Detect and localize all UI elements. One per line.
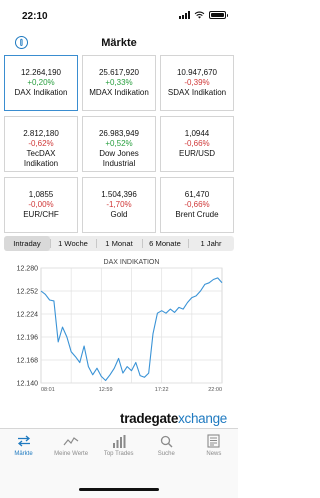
search-icon bbox=[143, 433, 190, 449]
wifi-icon bbox=[194, 11, 205, 19]
tile-value: 1,0944 bbox=[184, 129, 210, 138]
tab-news[interactable]: News bbox=[190, 433, 237, 457]
tile-change: -1,70% bbox=[106, 200, 132, 209]
market-tile[interactable]: 1.504,396 -1,70% Gold bbox=[82, 177, 156, 233]
battery-icon bbox=[209, 11, 228, 19]
brand-part1: tradegate bbox=[120, 411, 179, 426]
signal-icon bbox=[179, 11, 190, 19]
tab-märkte[interactable]: Märkte bbox=[0, 433, 47, 457]
market-grid: 12.264,190 +0,20% DAX Indikation 25.617,920… bbox=[4, 55, 234, 233]
tab-suche[interactable]: Suche bbox=[143, 433, 190, 457]
tile-change: +0,33% bbox=[105, 78, 133, 87]
tile-change: -0,62% bbox=[28, 139, 54, 148]
range-option[interactable]: 1 Monat bbox=[96, 236, 142, 251]
market-tile[interactable]: 1,0944 -0,66% EUR/USD bbox=[160, 116, 234, 172]
tile-change: +0,52% bbox=[105, 139, 133, 148]
range-option[interactable]: Intraday bbox=[4, 236, 50, 251]
tile-change: -0,00% bbox=[28, 200, 54, 209]
newspaper-icon bbox=[190, 433, 237, 449]
x-tick-label: 08:01 bbox=[41, 387, 55, 393]
tile-value: 26.983,949 bbox=[98, 129, 140, 138]
y-tick-label: 12.252 bbox=[17, 289, 39, 296]
line-chart-icon bbox=[48, 433, 95, 449]
status-time: 22:10 bbox=[22, 11, 48, 22]
tile-name: TecDAX bbox=[26, 149, 56, 158]
tile-name-line2: Industrial bbox=[102, 159, 136, 168]
tab-label: Märkte bbox=[14, 451, 33, 457]
tile-name: DAX Indikation bbox=[14, 88, 68, 97]
market-tile[interactable]: 10.947,670 -0,39% SDAX Indikation bbox=[160, 55, 234, 111]
tile-value: 25.617,920 bbox=[98, 68, 140, 77]
tab-label: Meine Werte bbox=[54, 451, 89, 457]
home-indicator bbox=[79, 488, 159, 491]
range-option[interactable]: 1 Woche bbox=[50, 236, 96, 251]
y-tick-label: 12.224 bbox=[17, 312, 39, 319]
x-tick-label: 12:59 bbox=[99, 387, 113, 393]
market-tile[interactable]: 1,0855 -0,00% EUR/CHF bbox=[4, 177, 78, 233]
tab-meine-werte[interactable]: Meine Werte bbox=[48, 433, 95, 457]
tile-change: +0,20% bbox=[27, 78, 55, 87]
chart-svg: 12.280 12.252 12.224 12.196 12.168 12.14008:0… bbox=[17, 259, 223, 393]
market-tile[interactable]: 2.812,180 -0,62% TecDAX Indikation bbox=[4, 116, 78, 172]
tile-change: -0,66% bbox=[184, 139, 210, 148]
tile-value: 2.812,180 bbox=[23, 129, 59, 138]
nav-bar: Märkte bbox=[0, 32, 238, 54]
arrows-swap-icon bbox=[0, 433, 47, 449]
dax-chart: 12.280 12.252 12.224 12.196 12.168 12.140 08:0… bbox=[0, 252, 238, 400]
range-option[interactable]: 1 Jahr bbox=[188, 236, 234, 251]
tile-name: Gold bbox=[110, 210, 128, 219]
tile-name: Dow Jones bbox=[99, 149, 139, 158]
tile-name: MDAX Indikation bbox=[89, 88, 149, 97]
tab-label: News bbox=[206, 451, 222, 457]
y-tick-label: 12.168 bbox=[17, 358, 39, 365]
y-tick-label: 12.196 bbox=[17, 335, 39, 342]
range-option[interactable]: 6 Monate bbox=[142, 236, 188, 251]
market-tile[interactable]: 61,470 -0,66% Brent Crude bbox=[160, 177, 234, 233]
x-tick-label: 17:22 bbox=[155, 387, 169, 393]
bar-chart-icon bbox=[95, 433, 142, 449]
tile-name-line2: Indikation bbox=[23, 159, 59, 168]
tab-top-trades[interactable]: Top Trades bbox=[95, 433, 142, 457]
tile-change: -0,39% bbox=[184, 78, 210, 87]
chart-title: DAX INDIKATION bbox=[104, 259, 160, 266]
tab-label: Suche bbox=[157, 451, 175, 457]
brand-part2: xchange bbox=[178, 411, 228, 426]
tile-value: 1.504,396 bbox=[101, 190, 137, 199]
tile-change: -0,66% bbox=[184, 200, 210, 209]
tile-value: 12.264,190 bbox=[20, 68, 62, 77]
tile-name: EUR/CHF bbox=[23, 210, 59, 219]
market-tile[interactable]: 12.264,190 +0,20% DAX Indikation bbox=[4, 55, 78, 111]
y-tick-label: 12.280 bbox=[17, 266, 39, 273]
tile-name: Brent Crude bbox=[175, 210, 219, 219]
status-bar: 22:10 bbox=[0, 0, 238, 32]
brand-logo: tradegatexchange bbox=[120, 411, 227, 426]
y-tick-label: 12.140 bbox=[17, 381, 39, 388]
range-selector: Intraday 1 Woche 1 Monat 6 Monate 1 Jahr bbox=[4, 236, 234, 251]
x-tick-label: 22:00 bbox=[208, 387, 222, 393]
tile-value: 61,470 bbox=[184, 190, 210, 199]
market-tile[interactable]: 25.617,920 +0,33% MDAX Indikation bbox=[82, 55, 156, 111]
tile-value: 1,0855 bbox=[28, 190, 54, 199]
tile-name: SDAX Indikation bbox=[167, 88, 227, 97]
tile-value: 10.947,670 bbox=[176, 68, 218, 77]
status-icons bbox=[179, 11, 228, 19]
tile-name: EUR/USD bbox=[178, 149, 215, 158]
tab-label: Top Trades bbox=[103, 451, 134, 457]
page-title: Märkte bbox=[101, 37, 137, 49]
market-tile[interactable]: 26.983,949 +0,52% Dow Jones Industrial bbox=[82, 116, 156, 172]
